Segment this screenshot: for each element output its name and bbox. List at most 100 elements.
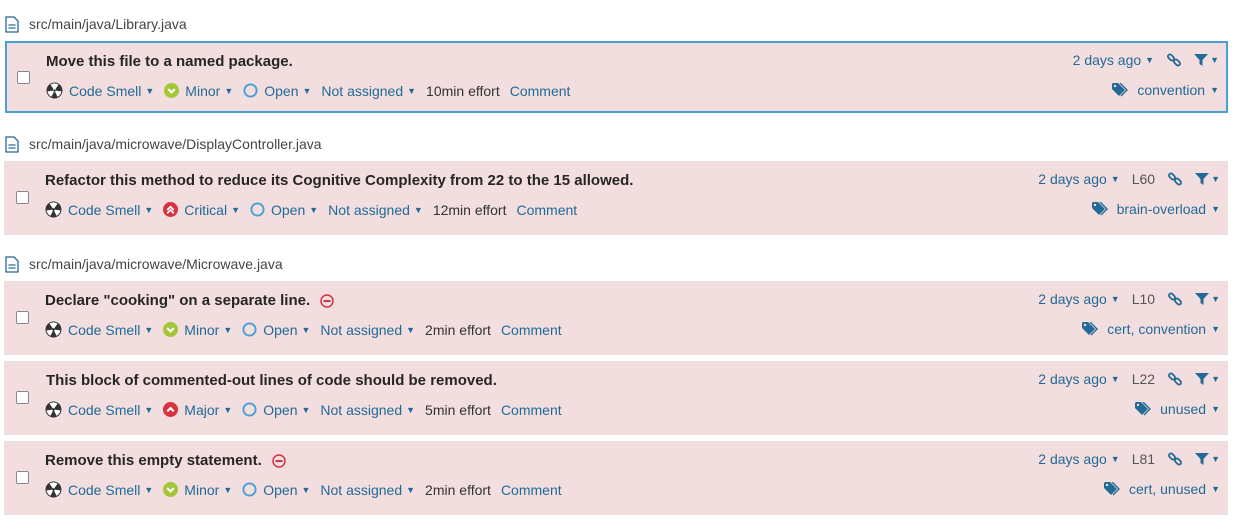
line-number[interactable]: L60 <box>1132 171 1155 187</box>
severity-dropdown[interactable]: Minor ▼ <box>164 83 233 99</box>
chevron-down-icon: ▼ <box>1211 204 1220 214</box>
date-label: 2 days ago <box>1072 52 1142 68</box>
assignee-dropdown[interactable]: Not assigned ▼ <box>320 402 415 418</box>
line-number[interactable]: L10 <box>1132 291 1155 307</box>
severity-dropdown[interactable]: Critical ▼ <box>163 202 240 218</box>
issue-message[interactable]: This block of commented-out lines of cod… <box>46 372 497 389</box>
chevron-down-icon: ▼ <box>1211 454 1220 464</box>
open-circle-icon <box>242 482 257 497</box>
assignee-dropdown[interactable]: Not assigned ▼ <box>320 322 415 338</box>
status-dropdown[interactable]: Open ▼ <box>242 322 310 338</box>
type-dropdown[interactable]: Code Smell ▼ <box>46 82 154 99</box>
issue-meta: Code Smell ▼ Major ▼ Open ▼ Not assigned ▼ 5… <box>45 401 562 418</box>
filter-dropdown[interactable]: ▼ <box>1195 372 1220 386</box>
type-dropdown[interactable]: Code Smell ▼ <box>45 321 153 338</box>
link-icon[interactable] <box>1167 371 1183 387</box>
severity-dropdown[interactable]: Minor ▼ <box>163 322 232 338</box>
no-entry-icon <box>320 293 334 308</box>
assignee-dropdown[interactable]: Not assigned ▼ <box>328 202 423 218</box>
tags-dropdown[interactable]: unused ▼ <box>1135 401 1220 417</box>
issue-row[interactable]: Remove this empty statement. Code Smell ▼… <box>4 441 1228 515</box>
open-circle-icon <box>250 202 265 217</box>
chevron-down-icon: ▼ <box>406 404 416 415</box>
issue-row[interactable]: Declare "cooking" on a separate line. Co… <box>4 281 1228 355</box>
issue-message[interactable]: Refactor this method to reduce its Cogni… <box>45 172 633 189</box>
issue-row[interactable]: Move this file to a named package. Code … <box>5 41 1228 113</box>
comment-link[interactable]: Comment <box>501 322 562 338</box>
assignee-label: Not assigned <box>320 321 403 338</box>
severity-dropdown[interactable]: Minor ▼ <box>163 482 232 498</box>
issue-message[interactable]: Move this file to a named package. <box>46 53 293 70</box>
date-dropdown[interactable]: 2 days ago ▼ <box>1038 371 1119 387</box>
severity-dropdown[interactable]: Major ▼ <box>163 402 232 418</box>
chevron-down-icon: ▼ <box>224 85 234 96</box>
assignee-dropdown[interactable]: Not assigned ▼ <box>321 83 416 99</box>
tags-dropdown[interactable]: convention ▼ <box>1112 82 1219 98</box>
comment-link[interactable]: Comment <box>501 482 562 498</box>
status-dropdown[interactable]: Open ▼ <box>243 83 311 99</box>
date-dropdown[interactable]: 2 days ago ▼ <box>1038 291 1119 307</box>
chevron-down-icon: ▼ <box>309 204 319 215</box>
chevron-down-icon: ▼ <box>1211 484 1220 494</box>
comment-link[interactable]: Comment <box>516 202 577 218</box>
date-label: 2 days ago <box>1038 451 1107 467</box>
date-dropdown[interactable]: 2 days ago ▼ <box>1038 451 1119 467</box>
effort-label: 5min effort <box>425 401 491 418</box>
issue-checkbox[interactable] <box>17 71 30 84</box>
tags-dropdown[interactable]: cert, unused ▼ <box>1104 481 1220 497</box>
file-icon <box>5 255 19 273</box>
issue-checkbox[interactable] <box>16 391 29 404</box>
comment-link[interactable]: Comment <box>501 402 562 418</box>
type-dropdown[interactable]: Code Smell ▼ <box>45 401 153 418</box>
status-dropdown[interactable]: Open ▼ <box>242 482 310 498</box>
filter-icon <box>1195 373 1210 385</box>
filter-dropdown[interactable]: ▼ <box>1195 292 1220 306</box>
file-path[interactable]: src/main/java/microwave/DisplayControlle… <box>29 136 322 152</box>
link-icon[interactable] <box>1167 171 1183 187</box>
filter-icon <box>1195 293 1210 305</box>
assignee-dropdown[interactable]: Not assigned ▼ <box>320 482 415 498</box>
comment-link[interactable]: Comment <box>510 83 571 99</box>
open-circle-icon <box>242 322 257 337</box>
issue-message[interactable]: Remove this empty statement. <box>45 452 262 469</box>
chevron-down-icon: ▼ <box>144 484 154 495</box>
issue-checkbox[interactable] <box>16 311 29 324</box>
type-dropdown[interactable]: Code Smell ▼ <box>45 481 153 498</box>
chevron-down-icon: ▼ <box>1210 85 1219 95</box>
link-icon[interactable] <box>1167 451 1183 467</box>
tags-label: unused <box>1160 401 1207 417</box>
status-label: Open <box>271 201 306 218</box>
status-dropdown[interactable]: Open ▼ <box>250 202 318 218</box>
open-circle-icon <box>243 83 258 98</box>
file-path[interactable]: src/main/java/Library.java <box>29 16 187 32</box>
date-dropdown[interactable]: 2 days ago ▼ <box>1038 171 1119 187</box>
filter-dropdown[interactable]: ▼ <box>1195 452 1220 466</box>
type-dropdown[interactable]: Code Smell ▼ <box>45 201 153 218</box>
file-header: src/main/java/microwave/DisplayControlle… <box>5 134 322 154</box>
status-dropdown[interactable]: Open ▼ <box>242 402 310 418</box>
issue-row[interactable]: This block of commented-out lines of cod… <box>4 361 1228 435</box>
link-icon[interactable] <box>1167 291 1183 307</box>
link-icon[interactable] <box>1166 52 1182 68</box>
filter-icon <box>1194 54 1209 66</box>
chevron-down-icon: ▼ <box>144 324 154 335</box>
tags-dropdown[interactable]: cert, convention ▼ <box>1082 321 1220 337</box>
issue-message[interactable]: Declare "cooking" on a separate line. <box>45 292 310 309</box>
file-header: src/main/java/Library.java <box>5 14 187 34</box>
issue-checkbox[interactable] <box>16 191 29 204</box>
tags-dropdown[interactable]: brain-overload ▼ <box>1091 201 1220 217</box>
issue-row[interactable]: Refactor this method to reduce its Cogni… <box>4 161 1228 235</box>
filter-dropdown[interactable]: ▼ <box>1194 53 1219 67</box>
chevron-down-icon: ▼ <box>406 324 416 335</box>
chevron-down-icon: ▼ <box>223 484 233 495</box>
status-label: Open <box>263 401 298 418</box>
chevron-down-icon: ▼ <box>1110 374 1120 384</box>
line-number[interactable]: L22 <box>1132 371 1155 387</box>
filter-dropdown[interactable]: ▼ <box>1195 172 1220 186</box>
file-path[interactable]: src/main/java/microwave/Microwave.java <box>29 256 283 272</box>
issue-checkbox[interactable] <box>16 471 29 484</box>
chevron-down-icon: ▼ <box>1211 294 1220 304</box>
chevron-up-circle-icon <box>163 402 179 417</box>
date-dropdown[interactable]: 2 days ago ▼ <box>1073 52 1154 68</box>
line-number[interactable]: L81 <box>1132 451 1155 467</box>
